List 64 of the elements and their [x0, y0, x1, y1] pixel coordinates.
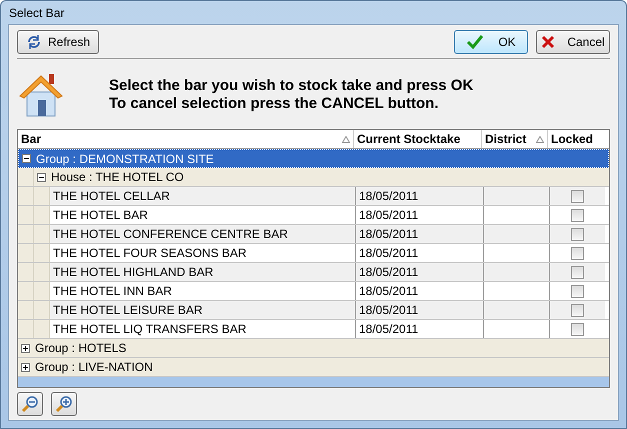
- column-header[interactable]: Locked: [548, 130, 603, 148]
- expand-icon[interactable]: [21, 344, 30, 352]
- indent-cell: [18, 206, 34, 224]
- table-cell: 18/05/2011: [356, 225, 484, 243]
- indent-cell: [18, 263, 34, 281]
- refresh-button[interactable]: Refresh: [17, 30, 100, 54]
- group-row[interactable]: Group : HOTELS: [18, 339, 609, 358]
- table-cell: THE HOTEL INN BAR: [50, 282, 356, 300]
- table-cell: 18/05/2011: [356, 301, 484, 319]
- indent-cell: [34, 206, 50, 224]
- table-cell: 18/05/2011: [356, 244, 484, 262]
- ok-button[interactable]: OK: [454, 30, 528, 54]
- sort-icon: [342, 136, 350, 142]
- indent-cell: [34, 301, 50, 319]
- expand-icon[interactable]: [21, 362, 30, 372]
- locked-checkbox[interactable]: [571, 246, 584, 260]
- indent-cell: [18, 320, 34, 338]
- table-cell: THE HOTEL BAR: [50, 206, 356, 224]
- table-cell: THE HOTEL CONFERENCE CENTRE BAR: [50, 225, 356, 243]
- indent-cell: [34, 263, 50, 281]
- table-cell: 18/05/2011: [356, 187, 484, 205]
- collapse-icon[interactable]: [37, 172, 46, 182]
- indent-cell: [34, 244, 50, 262]
- zoom-out-icon: [21, 395, 39, 413]
- table-cell: THE HOTEL FOUR SEASONS BAR: [50, 244, 356, 262]
- locked-checkbox[interactable]: [571, 284, 584, 298]
- indent-cell: [34, 225, 50, 243]
- table-cell: THE HOTEL CELLAR: [50, 187, 356, 205]
- indent-cell: [18, 225, 34, 243]
- table-cell: THE HOTEL LIQ TRANSFERS BAR: [50, 320, 356, 338]
- locked-checkbox[interactable]: [571, 304, 584, 316]
- group-row[interactable]: Group : DEMONSTRATION SITE: [18, 149, 609, 168]
- indent-cell: [18, 244, 34, 262]
- checkmark-icon: [466, 34, 484, 50]
- indent-cell: [18, 301, 34, 319]
- instruction-text: To cancel selection press the CANCEL button.: [109, 94, 440, 112]
- table-cell: THE HOTEL LEISURE BAR: [50, 301, 356, 319]
- window-title: Select Bar: [9, 6, 64, 20]
- table-cell: 18/05/2011: [356, 282, 484, 300]
- indent-cell: [34, 320, 50, 338]
- locked-checkbox[interactable]: [571, 266, 584, 278]
- locked-checkbox[interactable]: [571, 208, 584, 222]
- indent-cell: [34, 282, 50, 300]
- locked-checkbox[interactable]: [571, 322, 584, 336]
- zoom-in-icon: [55, 395, 73, 413]
- sort-icon: [536, 136, 544, 142]
- collapse-icon[interactable]: [22, 154, 31, 163]
- close-icon: [541, 35, 556, 49]
- group-row[interactable]: Group : LIVE-NATION: [18, 358, 609, 377]
- column-header[interactable]: Bar: [18, 130, 354, 148]
- table-cell: THE HOTEL HIGHLAND BAR: [50, 263, 356, 281]
- column-header[interactable]: District: [482, 130, 548, 148]
- indent-cell: [18, 282, 34, 300]
- table-cell: 18/05/2011: [356, 263, 484, 281]
- table-cell: 18/05/2011: [356, 206, 484, 224]
- locked-checkbox[interactable]: [571, 190, 584, 202]
- refresh-icon: [26, 34, 42, 50]
- locked-checkbox[interactable]: [571, 228, 584, 240]
- cancel-button[interactable]: Cancel: [536, 30, 610, 54]
- zoom-in-button[interactable]: [51, 392, 77, 416]
- instruction-text: Select the bar you wish to stock take and press OK: [109, 76, 474, 94]
- column-header[interactable]: Current Stocktake: [354, 130, 482, 148]
- zoom-out-button[interactable]: [17, 392, 43, 416]
- table-cell: 18/05/2011: [356, 320, 484, 338]
